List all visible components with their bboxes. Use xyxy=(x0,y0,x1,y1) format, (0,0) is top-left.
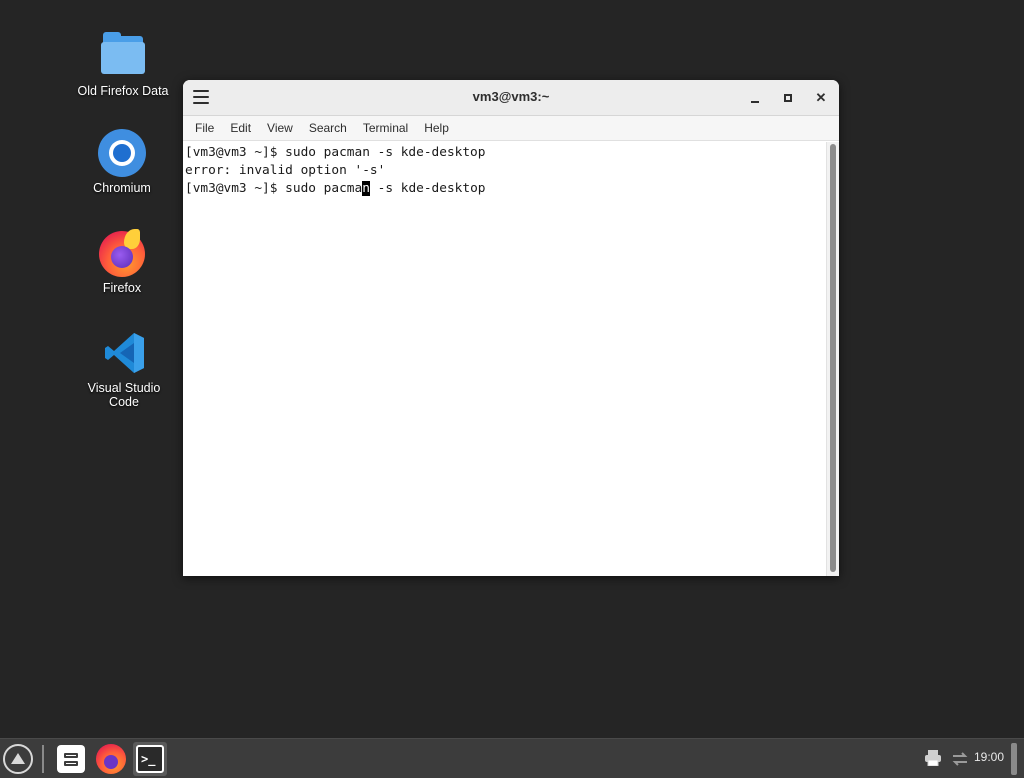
window-title: vm3@vm3:~ xyxy=(472,89,550,104)
title-bar[interactable]: vm3@vm3:~ ✕ xyxy=(183,80,839,116)
chromium-icon xyxy=(98,129,146,177)
minimize-icon[interactable] xyxy=(746,89,764,107)
file-manager-icon[interactable] xyxy=(54,742,88,776)
terminal-line: error: invalid option '-s' xyxy=(185,163,386,178)
desktop-icon-label: Visual Studio Code xyxy=(87,381,161,409)
app-menu-icon[interactable] xyxy=(3,744,33,774)
menu-search[interactable]: Search xyxy=(301,121,355,135)
printer-icon[interactable] xyxy=(924,750,942,766)
desktop-icon-label: Old Firefox Data xyxy=(77,84,169,98)
menu-help[interactable]: Help xyxy=(416,121,457,135)
menu-file[interactable]: File xyxy=(187,121,222,135)
menu-view[interactable]: View xyxy=(259,121,301,135)
desktop-icon-label: Firefox xyxy=(102,281,142,295)
clock[interactable]: 19:00 xyxy=(974,750,1004,764)
menu-terminal[interactable]: Terminal xyxy=(355,121,416,135)
scrollbar-thumb[interactable] xyxy=(830,144,836,572)
terminal-icon[interactable]: >_ xyxy=(133,742,167,776)
text-cursor: n xyxy=(362,181,370,196)
maximize-icon[interactable] xyxy=(779,89,797,107)
terminal-window: vm3@vm3:~ ✕ File Edit View Search Termin… xyxy=(183,80,839,576)
show-desktop-button[interactable] xyxy=(1011,743,1017,775)
desktop-icon-old-firefox-data[interactable]: Old Firefox Data xyxy=(73,32,173,98)
terminal-output[interactable]: [vm3@vm3 ~]$ sudo pacman -s kde-desktop … xyxy=(183,142,826,576)
taskbar-separator xyxy=(42,745,44,773)
close-icon[interactable]: ✕ xyxy=(812,89,830,107)
terminal-line: [vm3@vm3 ~]$ sudo pacman -s kde-desktop xyxy=(185,145,486,160)
desktop-icon-chromium[interactable]: Chromium xyxy=(72,129,172,195)
desktop-icon-firefox[interactable]: Firefox xyxy=(72,229,172,295)
vscode-icon xyxy=(100,329,148,377)
firefox-icon xyxy=(98,229,146,277)
network-icon[interactable] xyxy=(951,750,969,768)
taskbar: >_ 19:00 xyxy=(0,738,1024,778)
desktop-icon-vscode[interactable]: Visual Studio Code xyxy=(74,329,174,409)
firefox-icon[interactable] xyxy=(94,742,128,776)
folder-icon xyxy=(99,32,147,80)
menu-bar: File Edit View Search Terminal Help xyxy=(183,116,839,141)
desktop-icon-label: Chromium xyxy=(93,181,151,195)
input-after-cursor: -s kde-desktop xyxy=(369,181,486,196)
input-before-cursor: [vm3@vm3 ~]$ sudo pacma xyxy=(185,181,363,196)
vertical-scrollbar[interactable] xyxy=(826,142,839,576)
terminal-input-line: [vm3@vm3 ~]$ sudo pacman -s kde-desktop xyxy=(185,180,824,198)
menu-edit[interactable]: Edit xyxy=(222,121,259,135)
